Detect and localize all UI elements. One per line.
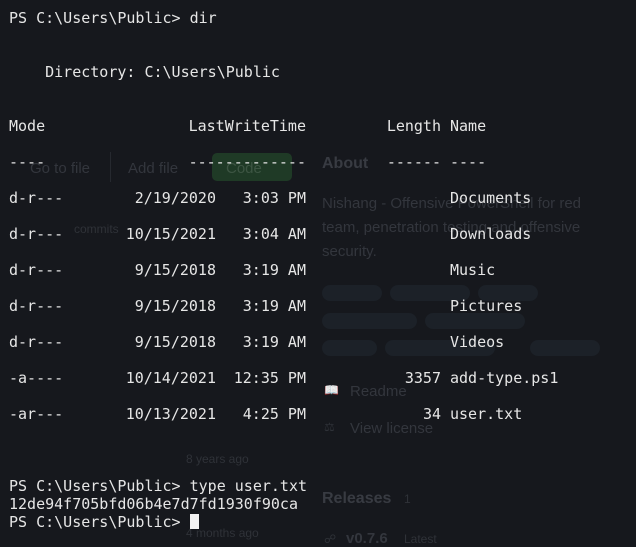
row-name: add-type.ps1 — [450, 369, 559, 387]
separator-name: ---- — [450, 153, 487, 171]
header-lastwritetime: LastWriteTime — [188, 117, 306, 135]
row-date: 10/15/2021 — [125, 225, 216, 243]
row-mode: -a---- — [9, 369, 64, 387]
years-ago-ghost: 8 years ago — [186, 452, 249, 466]
row-length: 3357 — [404, 369, 441, 387]
releases-heading-ghost: Releases — [322, 490, 392, 507]
row-name: user.txt — [450, 405, 523, 423]
table-separator: ---- ------------- ------ ---- — [9, 153, 629, 171]
table-row: d-r--- 10/15/2021 3:04 AM Downloads — [9, 225, 629, 243]
header-name: Name — [450, 117, 487, 135]
table-row: d-r--- 9/15/2018 3:19 AM Pictures — [9, 297, 629, 315]
table-row: -a---- 10/14/2021 12:35 PM 3357 add-type… — [9, 369, 629, 387]
text-cursor[interactable] — [189, 514, 199, 529]
row-mode: d-r--- — [9, 225, 64, 243]
row-date: 10/13/2021 — [125, 405, 216, 423]
current-prompt-line[interactable]: PS C:\Users\Public> — [9, 513, 199, 531]
prompt: PS C:\Users\Public> — [9, 9, 190, 27]
command-line-1: PS C:\Users\Public> dir — [9, 9, 217, 27]
row-time: 3:03 PM — [242, 189, 306, 207]
row-name: Music — [450, 261, 496, 279]
row-time: 12:35 PM — [233, 369, 306, 387]
prompt: PS C:\Users\Public> — [9, 477, 190, 495]
row-time: 3:19 AM — [242, 297, 306, 315]
row-name: Downloads — [450, 225, 532, 243]
header-length: Length — [386, 117, 441, 135]
command-text: type user.txt — [189, 477, 308, 495]
row-date: 9/15/2018 — [134, 333, 216, 351]
row-date: 9/15/2018 — [134, 261, 216, 279]
row-time: 4:25 PM — [242, 405, 306, 423]
row-time: 3:19 AM — [242, 261, 306, 279]
row-length: 34 — [422, 405, 441, 423]
release-badge-ghost: Latest — [404, 532, 437, 546]
release-version-ghost: v0.7.6 — [346, 530, 388, 547]
row-mode: d-r--- — [9, 261, 64, 279]
row-mode: d-r--- — [9, 189, 64, 207]
prompt: PS C:\Users\Public> — [9, 513, 190, 531]
releases-count-ghost: 1 — [404, 492, 411, 506]
row-name: Videos — [450, 333, 505, 351]
command-text: dir — [189, 9, 217, 27]
command-line-2: PS C:\Users\Public> type user.txt — [9, 477, 307, 495]
row-name: Pictures — [450, 297, 523, 315]
row-mode: -ar--- — [9, 405, 64, 423]
table-row: d-r--- 2/19/2020 3:03 PM Documents — [9, 189, 629, 207]
tag-icon: ☍ — [324, 532, 337, 546]
row-time: 3:04 AM — [242, 225, 306, 243]
row-time: 3:19 AM — [242, 333, 306, 351]
row-name: Documents — [450, 189, 532, 207]
separator-length: ------ — [386, 153, 441, 171]
header-mode: Mode — [9, 117, 46, 135]
row-date: 10/14/2021 — [125, 369, 216, 387]
topic-chip — [322, 313, 417, 329]
about-text-ghost-3: security. — [322, 243, 377, 260]
row-date: 2/19/2020 — [134, 189, 216, 207]
table-header: Mode LastWriteTime Length Name — [9, 117, 629, 135]
directory-label: Directory: C:\Users\Public — [9, 63, 280, 81]
separator-mode: ---- — [9, 153, 46, 171]
table-row: d-r--- 9/15/2018 3:19 AM Music — [9, 261, 629, 279]
topic-chip — [425, 313, 525, 329]
command-output: 12de94f705bfd06b4e7d7fd1930f90ca — [9, 495, 298, 513]
row-date: 9/15/2018 — [134, 297, 216, 315]
row-mode: d-r--- — [9, 333, 64, 351]
table-row: d-r--- 9/15/2018 3:19 AM Videos — [9, 333, 629, 351]
row-mode: d-r--- — [9, 297, 64, 315]
separator-lastwritetime: ------------- — [188, 153, 306, 171]
table-row: -ar--- 10/13/2021 4:25 PM 34 user.txt — [9, 405, 629, 423]
